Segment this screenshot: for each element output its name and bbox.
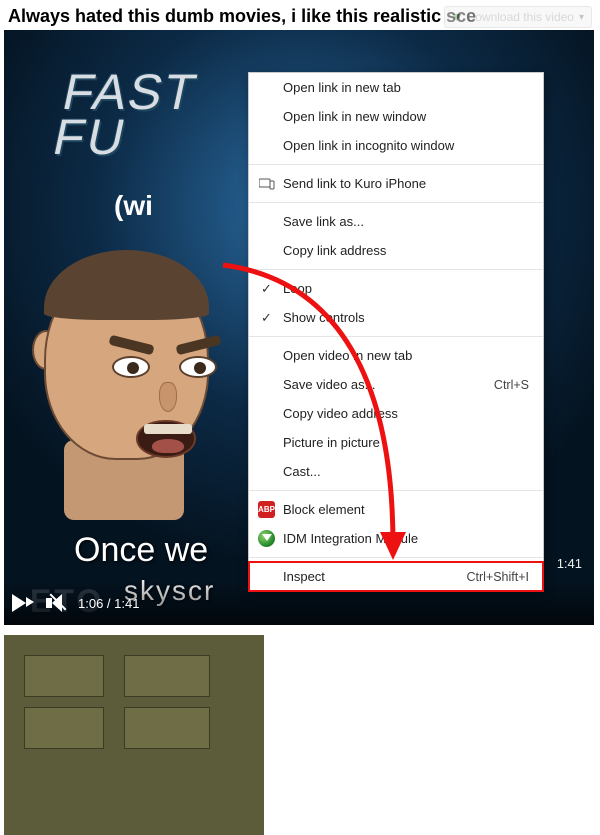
ctx-copy-video-address[interactable]: Copy video address [249, 399, 543, 428]
video-caption-line1: Once we [74, 531, 208, 570]
poster-subtext: (wi [114, 190, 153, 222]
download-video-button[interactable]: Download this video ▾ [444, 6, 592, 28]
abp-icon: ABP [258, 501, 275, 518]
context-menu: Open link in new tab Open link in new wi… [248, 72, 544, 592]
time-display: 1:06 / 1:41 [78, 596, 139, 611]
idm-icon [258, 530, 275, 547]
ctx-send-link[interactable]: Send link to Kuro iPhone [249, 169, 543, 198]
ctx-open-video-new-tab[interactable]: Open video in new tab [249, 341, 543, 370]
download-label: Download this video [467, 10, 574, 24]
ctx-open-link-incognito[interactable]: Open link in incognito window [249, 131, 543, 160]
ctx-idm-integration[interactable]: IDM Integration Module [249, 524, 543, 553]
ctx-picture-in-picture[interactable]: Picture in picture [249, 428, 543, 457]
movie-logo: FAST FU [49, 70, 201, 160]
next-icon[interactable] [26, 597, 34, 607]
play-icon[interactable] [12, 594, 26, 612]
devices-icon [258, 175, 275, 192]
ctx-block-element[interactable]: ABP Block element [249, 495, 543, 524]
ctx-show-controls[interactable]: Show controls [249, 303, 543, 332]
ctx-open-link-new-window[interactable]: Open link in new window [249, 102, 543, 131]
ctx-loop[interactable]: Loop [249, 274, 543, 303]
ctx-cast[interactable]: Cast... [249, 457, 543, 486]
download-icon [452, 14, 462, 21]
chevron-down-icon: ▾ [579, 12, 584, 23]
character-illustration [4, 240, 264, 520]
duration-overlay: 1:41 [557, 556, 582, 571]
ctx-inspect[interactable]: InspectCtrl+Shift+I [249, 562, 543, 591]
ctx-save-video-as[interactable]: Save video as...Ctrl+S [249, 370, 543, 399]
ctx-copy-link-address[interactable]: Copy link address [249, 236, 543, 265]
ctx-save-link-as[interactable]: Save link as... [249, 207, 543, 236]
mute-icon[interactable] [46, 592, 68, 614]
ctx-open-link-new-tab[interactable]: Open link in new tab [249, 73, 543, 102]
